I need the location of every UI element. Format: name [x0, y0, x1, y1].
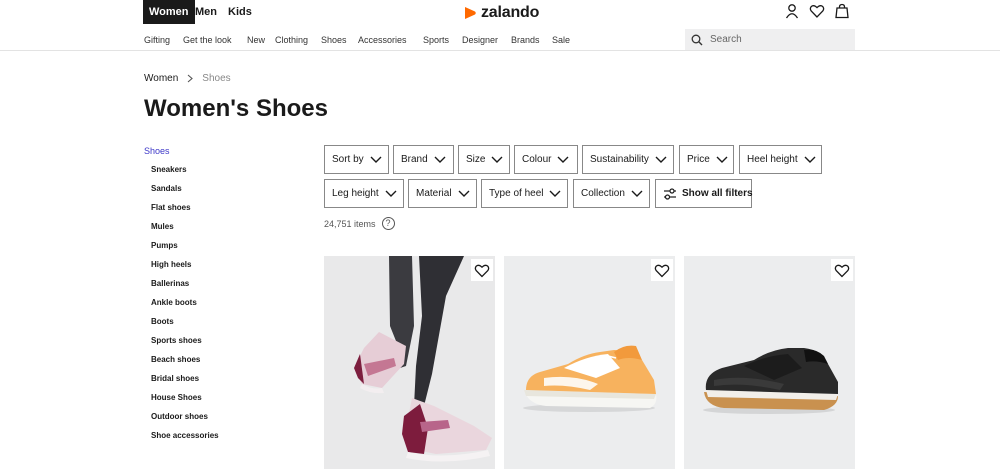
top-bar: Women Men Kids zalando — [0, 0, 1000, 28]
wishlist-heart-icon[interactable] — [809, 3, 825, 19]
help-icon[interactable]: ? — [381, 217, 395, 230]
catnav-item-sale[interactable]: Sale — [552, 35, 570, 45]
gender-tab-kids[interactable]: Kids — [222, 0, 258, 24]
show-all-filters-button[interactable]: Show all filters — [655, 179, 753, 208]
filter-size[interactable]: Size — [458, 145, 510, 174]
product-card[interactable] — [324, 256, 495, 469]
catnav-item-gifting[interactable]: Gifting — [144, 35, 170, 45]
filter-price[interactable]: Price — [679, 145, 734, 174]
catnav-item-clothing[interactable]: Clothing — [275, 35, 308, 45]
chevron-down-icon — [458, 190, 470, 197]
filter-label: Sustainability — [590, 154, 649, 165]
breadcrumb: Women Shoes — [144, 73, 231, 84]
gender-tab-women[interactable]: Women — [143, 0, 195, 24]
sidebar-item-mules[interactable]: Mules — [151, 222, 174, 231]
filter-label: Collection — [581, 188, 625, 199]
filter-label: Size — [466, 154, 486, 165]
sidebar-item-beach-shoes[interactable]: Beach shoes — [151, 355, 200, 364]
items-count-text: 24,751 items — [324, 218, 376, 229]
catnav-item-new[interactable]: New — [247, 35, 265, 45]
chevron-down-icon — [385, 190, 397, 197]
chevron-down-icon — [804, 156, 816, 163]
sidebar-item-boots[interactable]: Boots — [151, 317, 174, 326]
wishlist-button[interactable] — [651, 259, 673, 281]
product-image-black-runner-sneaker — [684, 256, 855, 469]
catnav-item-designer[interactable]: Designer — [462, 35, 498, 45]
filter-label: Brand — [401, 154, 428, 165]
chevron-down-icon — [434, 156, 446, 163]
product-card[interactable] — [684, 256, 855, 469]
filter-label: Price — [687, 154, 710, 165]
chevron-down-icon — [631, 190, 643, 197]
chevron-down-icon — [370, 156, 382, 163]
sidebar-item-pumps[interactable]: Pumps — [151, 241, 178, 250]
show-all-filters-label: Show all filters — [682, 188, 753, 199]
sidebar-item-sports-shoes[interactable]: Sports shoes — [151, 336, 202, 345]
catnav-item-brands[interactable]: Brands — [511, 35, 540, 45]
sidebar-item-high-heels[interactable]: High heels — [151, 260, 191, 269]
chevron-down-icon — [491, 156, 503, 163]
search-input[interactable] — [710, 34, 840, 45]
bag-icon[interactable] — [834, 3, 850, 19]
filter-sliders-icon — [664, 187, 676, 200]
sidebar-item-outdoor-shoes[interactable]: Outdoor shoes — [151, 412, 208, 421]
filter-label: Colour — [522, 154, 552, 165]
chevron-down-icon — [655, 156, 667, 163]
filter-brand[interactable]: Brand — [393, 145, 454, 174]
category-nav: Gifting Get the look New Clothing Shoes … — [0, 29, 1000, 51]
filter-heel-height[interactable]: Heel height — [739, 145, 822, 174]
breadcrumb-women[interactable]: Women — [144, 73, 178, 84]
filter-label: Sort by — [332, 154, 364, 165]
filter-collection[interactable]: Collection — [573, 179, 650, 208]
filter-label: Type of heel — [489, 188, 544, 199]
search-bar[interactable] — [685, 29, 855, 50]
filter-label: Leg height — [332, 188, 379, 199]
filter-type-of-heel[interactable]: Type of heel — [481, 179, 568, 208]
filter-colour[interactable]: Colour — [514, 145, 578, 174]
sidebar-item-bridal-shoes[interactable]: Bridal shoes — [151, 374, 199, 383]
filter-leg-height[interactable]: Leg height — [324, 179, 404, 208]
heart-icon — [654, 264, 670, 277]
heart-icon — [474, 264, 490, 277]
sidebar-root-shoes[interactable]: Shoes — [144, 146, 170, 156]
catnav-item-shoes[interactable]: Shoes — [321, 35, 347, 45]
sidebar-item-shoe-accessories[interactable]: Shoe accessories — [151, 431, 219, 440]
product-card[interactable] — [504, 256, 675, 469]
filter-label: Heel height — [747, 154, 798, 165]
account-icon[interactable] — [784, 3, 800, 19]
results-count: 24,751 items ? — [324, 217, 395, 230]
chevron-down-icon — [557, 156, 569, 163]
filter-sustainability[interactable]: Sustainability — [582, 145, 674, 174]
catnav-item-get-the-look[interactable]: Get the look — [183, 35, 232, 45]
sidebar-item-ballerinas[interactable]: Ballerinas — [151, 279, 189, 288]
breadcrumb-current: Shoes — [202, 73, 231, 84]
sidebar-item-flat-shoes[interactable]: Flat shoes — [151, 203, 191, 212]
logo-text: zalando — [481, 4, 540, 21]
filter-label: Material — [416, 188, 452, 199]
wishlist-button[interactable] — [471, 259, 493, 281]
sidebar-item-house-shoes[interactable]: House Shoes — [151, 393, 202, 402]
chevron-down-icon — [716, 156, 728, 163]
catnav-item-sports[interactable]: Sports — [423, 35, 449, 45]
filter-sort-by[interactable]: Sort by — [324, 145, 389, 174]
catnav-item-accessories[interactable]: Accessories — [358, 35, 407, 45]
product-image-orange-white-sneaker — [504, 256, 675, 469]
sidebar-item-sandals[interactable]: Sandals — [151, 184, 182, 193]
chevron-right-icon — [187, 74, 194, 83]
filter-material[interactable]: Material — [408, 179, 477, 208]
gender-tab-men[interactable]: Men — [189, 0, 223, 24]
chevron-down-icon — [549, 190, 561, 197]
sidebar-item-sneakers[interactable]: Sneakers — [151, 165, 187, 174]
zalando-logo-icon — [465, 7, 476, 19]
wishlist-button[interactable] — [831, 259, 853, 281]
search-icon — [691, 34, 703, 45]
page-title: Women's Shoes — [144, 95, 328, 122]
sidebar-item-ankle-boots[interactable]: Ankle boots — [151, 298, 197, 307]
heart-icon — [834, 264, 850, 277]
product-image-pink-sneaker-on-model — [324, 256, 495, 469]
zalando-logo[interactable]: zalando — [463, 4, 539, 22]
